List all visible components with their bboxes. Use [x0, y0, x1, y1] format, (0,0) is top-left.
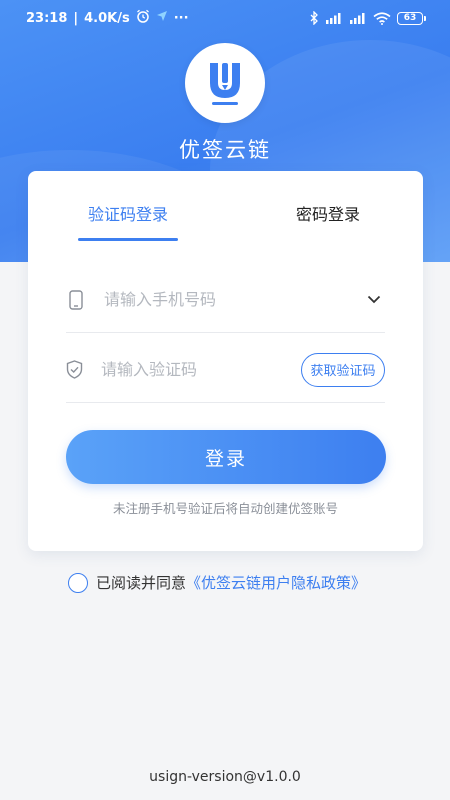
shield-check-icon [66, 360, 83, 380]
login-screen: 23:18 | 4.0K/s ··· 63 优签云链 验证码登录 密码登录 请输… [0, 0, 450, 800]
agreement-checkbox[interactable] [68, 572, 88, 593]
logo-u-icon [210, 63, 240, 105]
status-network-speed: 4.0K/s [84, 10, 130, 26]
phone-icon [66, 289, 86, 310]
send-icon [156, 10, 168, 26]
verification-code-input[interactable] [101, 360, 301, 379]
agreement-row: 已阅读并同意 《优签云链用户隐私政策》 [68, 572, 366, 593]
active-tab-indicator [78, 238, 178, 241]
login-tabs: 验证码登录 密码登录 [28, 171, 423, 243]
bluetooth-icon [309, 11, 319, 25]
code-field: 获取验证码 [66, 337, 385, 403]
agreement-text: 已阅读并同意 [96, 574, 187, 592]
tab-password-login[interactable]: 密码登录 [278, 201, 378, 225]
get-code-button[interactable]: 获取验证码 [301, 352, 385, 387]
phone-input[interactable] [104, 290, 363, 309]
signal-icon [325, 12, 343, 24]
login-card: 验证码登录 密码登录 获取验证码 登录 未注册手机号验证后将自动创建优签账号 [28, 171, 423, 551]
status-bar: 23:18 | 4.0K/s ··· 63 [0, 0, 450, 36]
status-divider: | [73, 10, 79, 26]
battery-level: 63 [397, 11, 423, 25]
app-version: usign-version@v1.0.0 [149, 769, 301, 785]
privacy-policy-link[interactable]: 《优签云链用户隐私政策》 [186, 572, 366, 593]
more-notifications-icon: ··· [173, 10, 189, 26]
app-logo [185, 43, 265, 123]
auto-register-hint: 未注册手机号验证后将自动创建优签账号 [112, 501, 338, 516]
app-name: 优签云链 [179, 138, 271, 162]
chevron-down-icon[interactable] [363, 289, 385, 311]
status-time: 23:18 [26, 10, 68, 26]
battery-icon: 63 [397, 11, 426, 25]
alarm-icon [136, 9, 150, 27]
phone-field [66, 267, 385, 333]
login-button[interactable]: 登录 [66, 430, 386, 484]
wifi-icon [373, 11, 391, 25]
status-left: 23:18 | 4.0K/s ··· [26, 9, 189, 27]
tab-sms-login[interactable]: 验证码登录 [78, 201, 178, 225]
signal-hd-icon [349, 12, 367, 24]
status-right: 63 [309, 11, 426, 25]
